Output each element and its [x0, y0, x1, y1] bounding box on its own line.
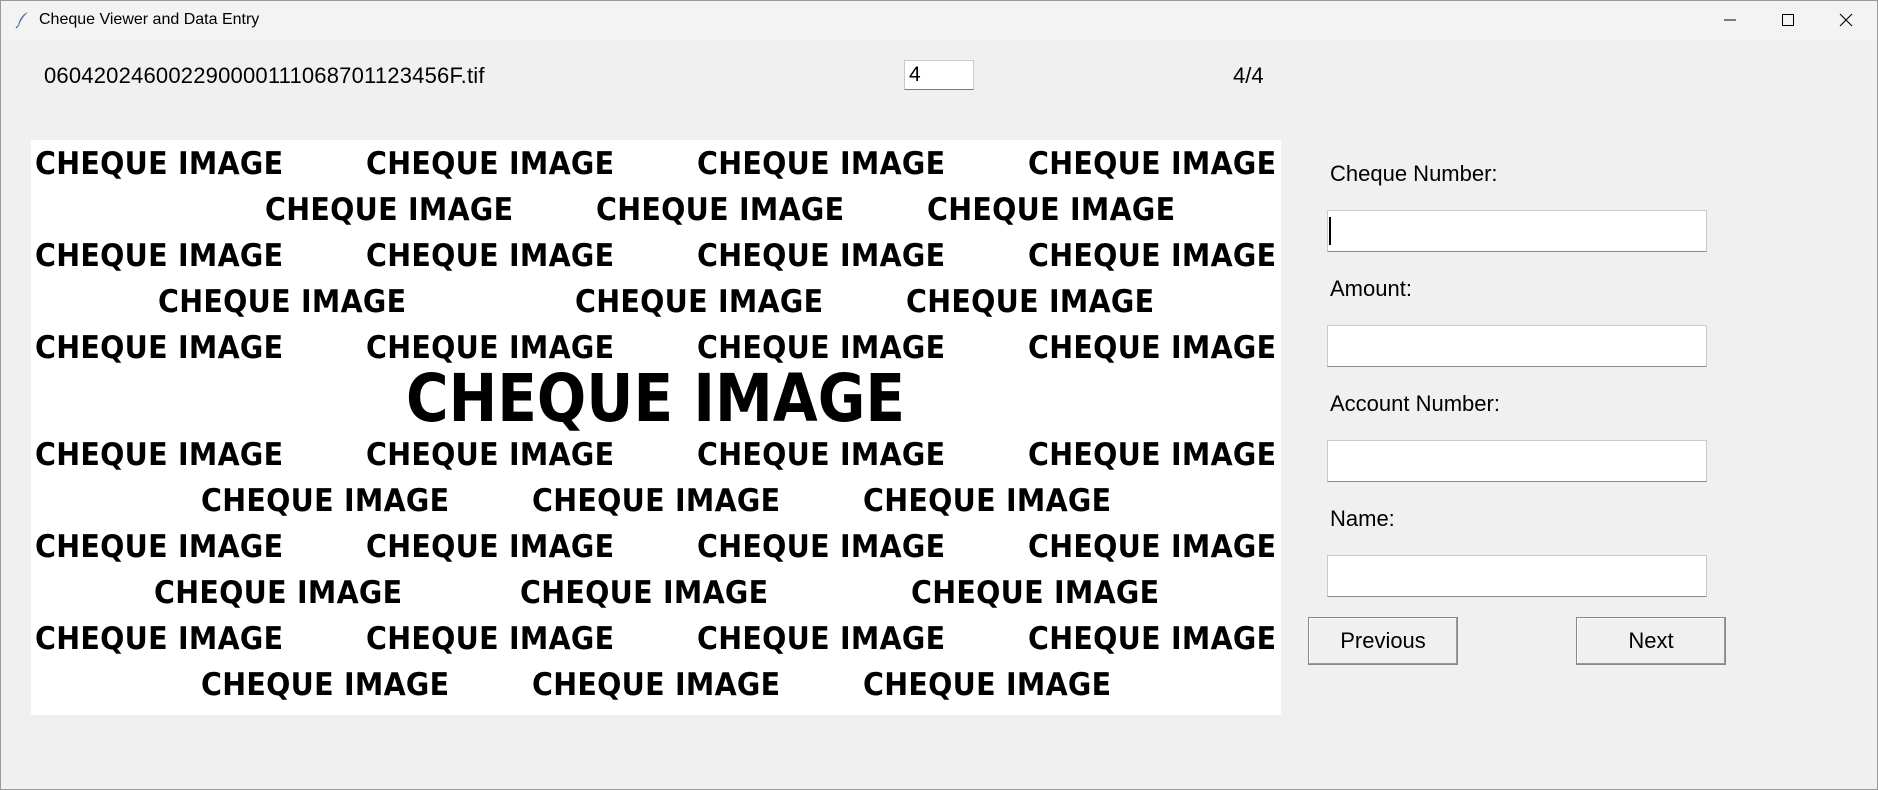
cheque-watermark: CHEQUE IMAGE [201, 667, 450, 703]
cheque-watermark: CHEQUE IMAGE [532, 483, 781, 519]
amount-label: Amount: [1330, 276, 1412, 301]
cheque-image: CHEQUE IMAGE CHEQUE IMAGE CHEQUE IMAGE C… [31, 140, 1281, 715]
close-button[interactable] [1817, 1, 1875, 39]
cheque-watermark: CHEQUE IMAGE [1028, 330, 1277, 366]
cheque-watermark: CHEQUE IMAGE [927, 192, 1176, 228]
cheque-watermark: CHEQUE IMAGE [35, 238, 284, 274]
account-number-field[interactable] [1327, 440, 1707, 482]
cheque-watermark: CHEQUE IMAGE [863, 483, 1112, 519]
cheque-watermark: CHEQUE IMAGE [1028, 146, 1277, 182]
cheque-watermark: CHEQUE IMAGE [697, 621, 946, 657]
cheque-watermark: CHEQUE IMAGE [596, 192, 845, 228]
cheque-watermark: CHEQUE IMAGE [532, 667, 781, 703]
cheque-watermark: CHEQUE IMAGE [35, 330, 284, 366]
name-field[interactable] [1327, 555, 1707, 597]
file-name-label: 060420246002290000111068701123456F.tif [44, 63, 485, 88]
cheque-watermark: CHEQUE IMAGE [911, 575, 1160, 611]
previous-button[interactable]: Previous [1308, 617, 1458, 665]
next-button[interactable]: Next [1576, 617, 1726, 665]
cheque-watermark: CHEQUE IMAGE [697, 437, 946, 473]
account-number-label: Account Number: [1330, 391, 1500, 416]
cheque-watermark: CHEQUE IMAGE [366, 621, 615, 657]
cheque-watermark-large: CHEQUE IMAGE [406, 360, 906, 437]
cheque-watermark: CHEQUE IMAGE [863, 667, 1112, 703]
cheque-watermark: CHEQUE IMAGE [35, 437, 284, 473]
cheque-watermark: CHEQUE IMAGE [575, 284, 824, 320]
cheque-watermark: CHEQUE IMAGE [154, 575, 403, 611]
cheque-watermark: CHEQUE IMAGE [1028, 238, 1277, 274]
cheque-watermark: CHEQUE IMAGE [366, 238, 615, 274]
cheque-watermark: CHEQUE IMAGE [35, 529, 284, 565]
cheque-watermark: CHEQUE IMAGE [265, 192, 514, 228]
minimize-icon [1724, 19, 1736, 21]
cheque-watermark: CHEQUE IMAGE [520, 575, 769, 611]
cheque-number-label: Cheque Number: [1330, 161, 1498, 186]
cheque-watermark: CHEQUE IMAGE [697, 146, 946, 182]
minimize-button[interactable] [1701, 1, 1759, 39]
feather-icon [15, 12, 28, 29]
cheque-watermark: CHEQUE IMAGE [906, 284, 1155, 320]
cheque-watermark: CHEQUE IMAGE [158, 284, 407, 320]
title-bar[interactable]: Cheque Viewer and Data Entry [1, 1, 1877, 39]
cheque-watermark: CHEQUE IMAGE [1028, 529, 1277, 565]
name-label: Name: [1330, 506, 1395, 531]
cheque-watermark: CHEQUE IMAGE [201, 483, 450, 519]
cheque-watermark: CHEQUE IMAGE [35, 146, 284, 182]
window-title: Cheque Viewer and Data Entry [39, 11, 260, 28]
text-cursor [1329, 217, 1331, 245]
maximize-button[interactable] [1759, 1, 1817, 39]
cheque-watermark: CHEQUE IMAGE [366, 437, 615, 473]
page-count-label: 4/4 [1233, 63, 1264, 88]
cheque-watermark: CHEQUE IMAGE [1028, 621, 1277, 657]
cheque-watermark: CHEQUE IMAGE [366, 146, 615, 182]
maximize-icon [1782, 14, 1794, 26]
cheque-watermark: CHEQUE IMAGE [697, 529, 946, 565]
page-number-input[interactable] [904, 60, 974, 90]
cheque-number-field[interactable] [1327, 210, 1707, 252]
cheque-watermark: CHEQUE IMAGE [35, 621, 284, 657]
close-icon [1839, 13, 1853, 27]
cheque-watermark: CHEQUE IMAGE [366, 529, 615, 565]
amount-field[interactable] [1327, 325, 1707, 367]
cheque-watermark: CHEQUE IMAGE [697, 238, 946, 274]
cheque-watermark: CHEQUE IMAGE [1028, 437, 1277, 473]
app-window: Cheque Viewer and Data Entry 06042024600… [0, 0, 1878, 790]
